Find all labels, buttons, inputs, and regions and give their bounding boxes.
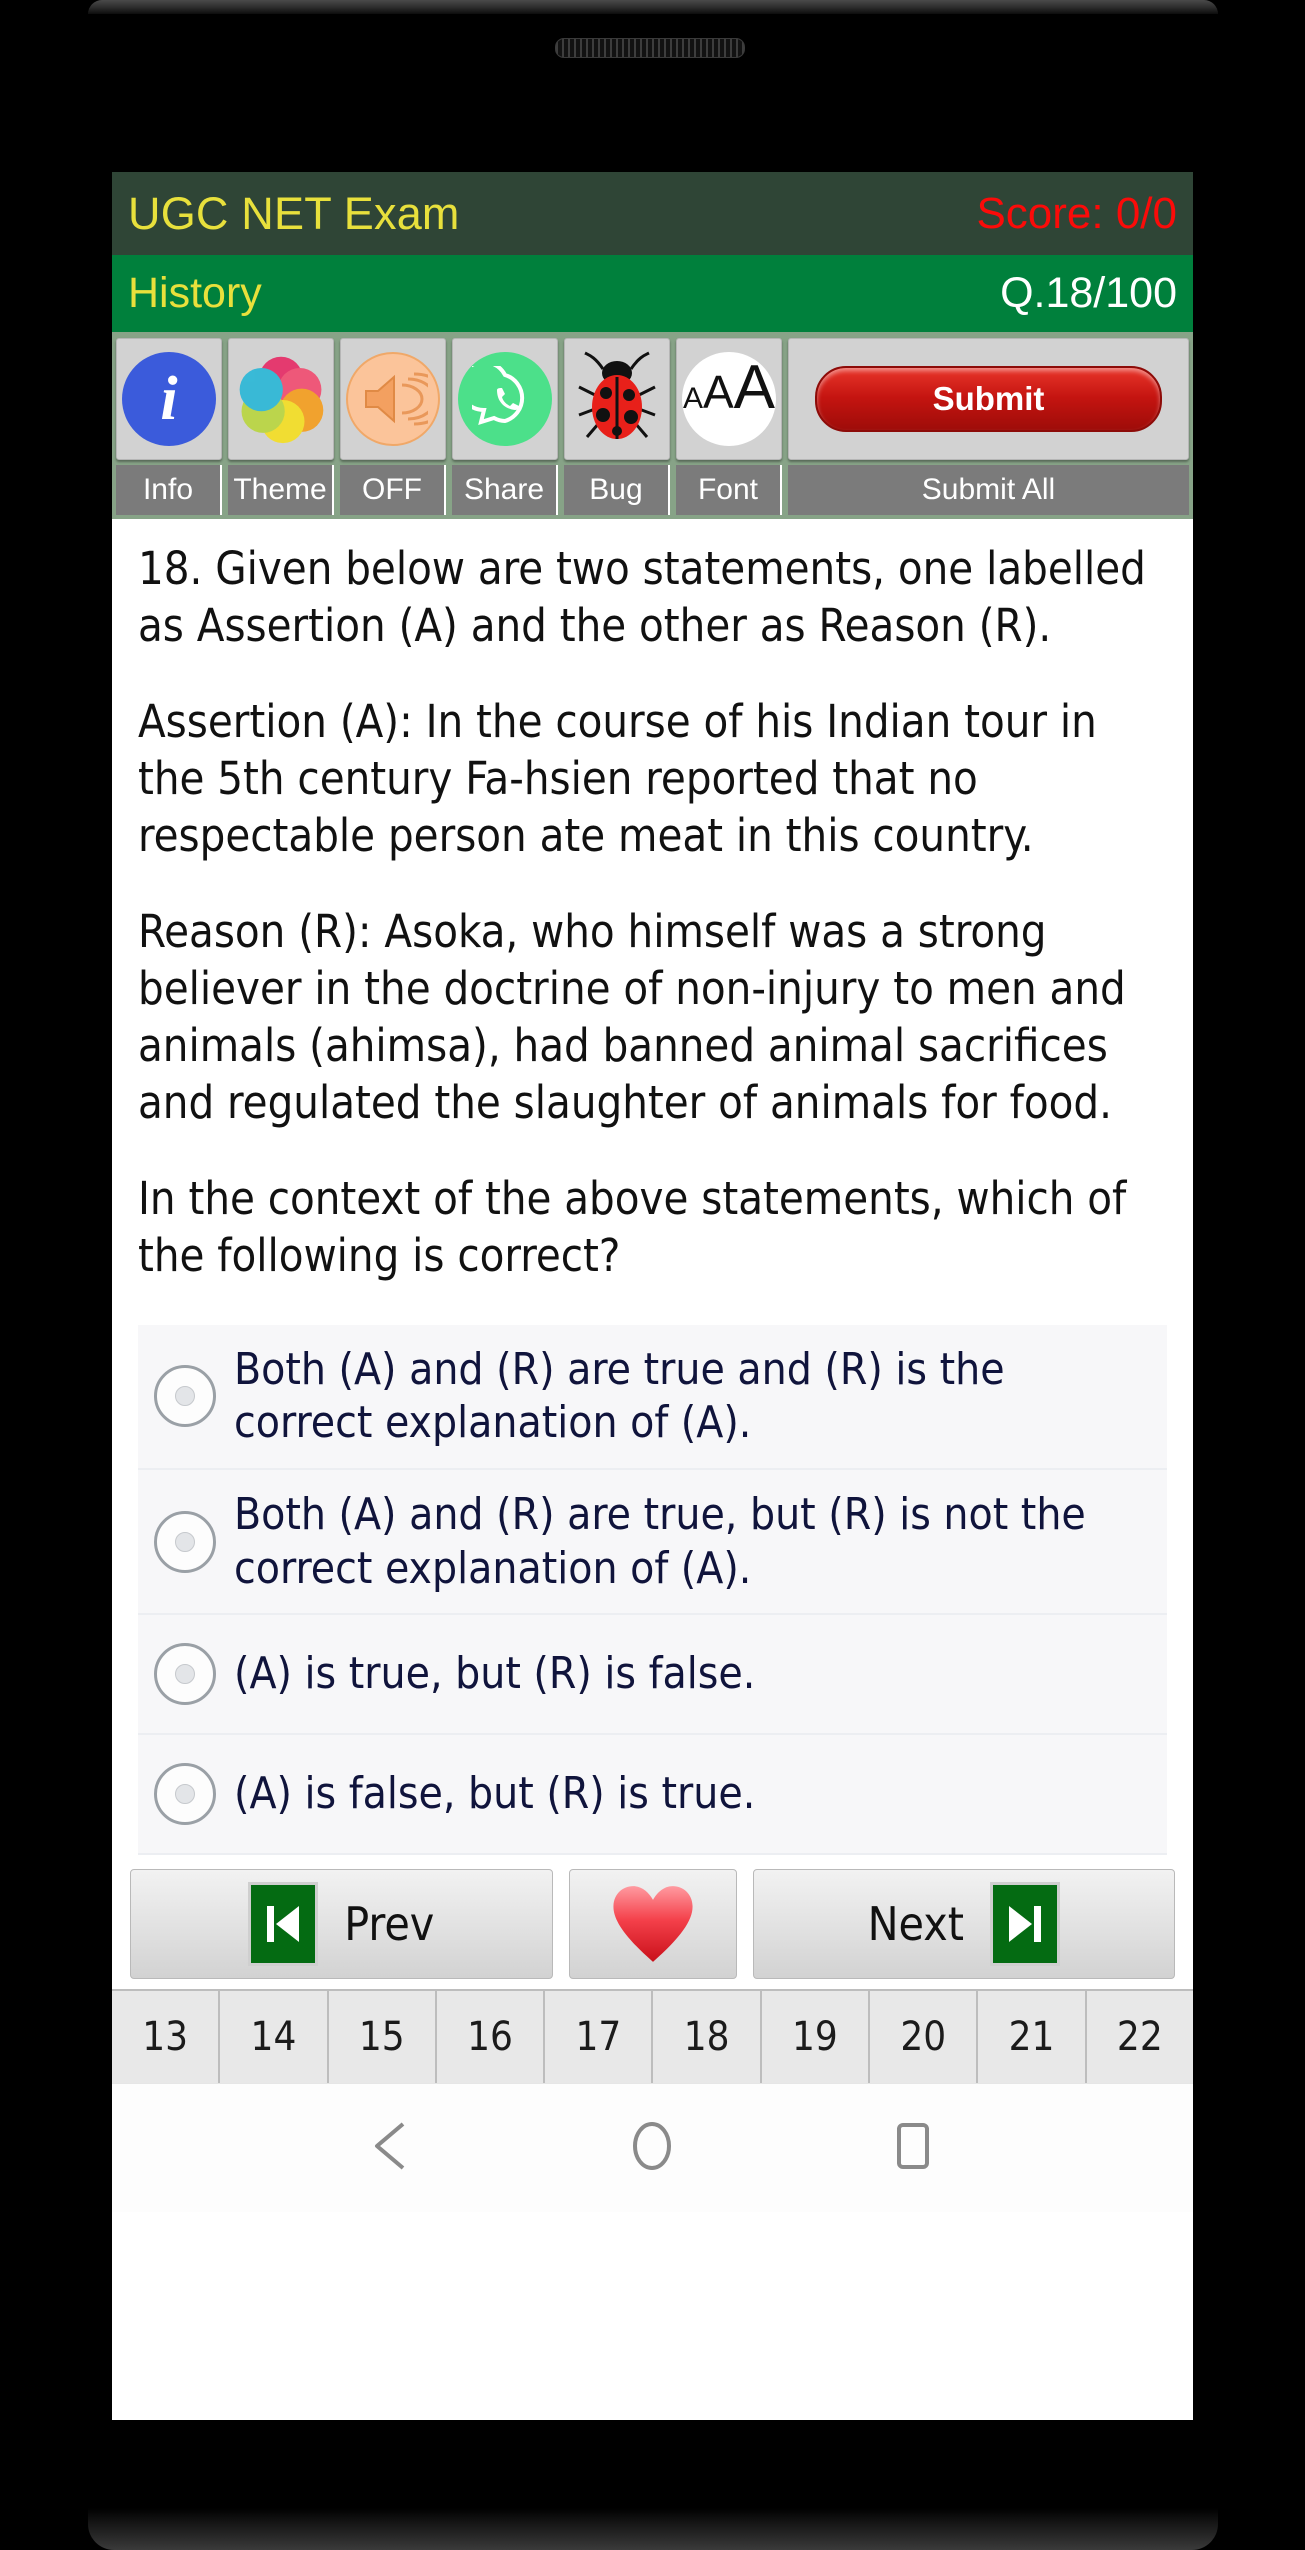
- question-number-15[interactable]: 15: [328, 1991, 437, 2084]
- info-circle-icon: i: [122, 352, 216, 446]
- answer-options-list: Both (A) and (R) are true and (R) is the…: [112, 1324, 1193, 1856]
- subject-bar: History Q.18/100: [112, 255, 1193, 332]
- question-number-22[interactable]: 22: [1086, 1991, 1193, 2084]
- app-title-bar: UGC NET Exam Score: 0/0: [112, 172, 1193, 255]
- option-row-3[interactable]: (A) is true, but (R) is false.: [138, 1615, 1167, 1736]
- subject-name: History: [128, 269, 262, 317]
- question-number-14[interactable]: 14: [220, 1991, 329, 2084]
- option-row-2[interactable]: Both (A) and (R) are true, but (R) is no…: [138, 1469, 1167, 1616]
- android-navigation-bar: [112, 2083, 1193, 2213]
- back-triangle-icon[interactable]: [369, 2120, 415, 2177]
- question-number-17[interactable]: 17: [545, 1991, 654, 2084]
- toolbar-label-bug: Bug: [564, 465, 670, 515]
- next-question-button[interactable]: Next: [752, 1869, 1175, 1980]
- earpiece-speaker-grille: [555, 38, 745, 58]
- option-label-2: Both (A) and (R) are true, but (R) is no…: [234, 1488, 1086, 1594]
- device-top-bezel: [88, 0, 1218, 14]
- next-button-label: Next: [867, 1897, 964, 1952]
- question-number-strip: 13 14 15 16 17 18 19 20 21 22: [112, 1989, 1193, 2084]
- toolbar-button-info[interactable]: i: [116, 338, 222, 460]
- toolbar-label-info: Info: [116, 465, 222, 515]
- toolbar-button-submit[interactable]: Submit: [788, 338, 1189, 460]
- toolbar-button-font[interactable]: AAA: [676, 338, 782, 460]
- radio-button-option-1[interactable]: [154, 1365, 216, 1428]
- toolbar-icon-row: i A A A Submit: [116, 338, 1189, 460]
- toolbar-label-row: Info Theme OFF Share Bug Font Submit All: [116, 465, 1189, 519]
- radio-button-option-4[interactable]: [154, 1763, 216, 1826]
- assertion-text: Assertion (A): In the course of his Indi…: [138, 695, 1097, 862]
- color-wheel-icon: [239, 356, 324, 444]
- speaker-sound-icon: [346, 352, 440, 446]
- toolbar-label-submit-all: Submit All: [788, 465, 1189, 515]
- toolbar-button-theme[interactable]: [228, 338, 334, 460]
- question-number-13[interactable]: 13: [112, 1991, 221, 2084]
- reason-text: Reason (R): Asoka, who himself was a str…: [138, 905, 1126, 1129]
- option-row-1[interactable]: Both (A) and (R) are true and (R) is the…: [138, 1324, 1167, 1470]
- app-title: UGC NET Exam: [128, 187, 460, 239]
- radio-button-option-3[interactable]: [154, 1643, 216, 1706]
- home-circle-icon[interactable]: [629, 2120, 675, 2177]
- toolbar: i A A A Submit Info Theme OFF Share Bug …: [112, 332, 1193, 519]
- option-row-4[interactable]: (A) is false, but (R) is true.: [138, 1735, 1167, 1856]
- submit-button-label: Submit: [814, 366, 1163, 432]
- question-number-18[interactable]: 18: [653, 1991, 762, 2084]
- toolbar-label-off: OFF: [340, 465, 446, 515]
- font-size-icon: AAA: [682, 352, 776, 446]
- favorite-button[interactable]: [568, 1869, 737, 1980]
- question-intro: 18. Given below are two statements, one …: [138, 542, 1146, 652]
- toolbar-label-theme: Theme: [228, 465, 334, 515]
- device-bottom-bezel: [88, 2508, 1218, 2550]
- question-number-20[interactable]: 20: [870, 1991, 979, 2084]
- toolbar-label-share: Share: [452, 465, 558, 515]
- question-prompt: In the context of the above statements, …: [138, 1172, 1127, 1282]
- question-counter: Q.18/100: [1000, 269, 1177, 317]
- question-body: 18. Given below are two statements, one …: [112, 519, 1193, 1285]
- skip-next-icon: [989, 1882, 1060, 1967]
- toolbar-button-sound-off[interactable]: [340, 338, 446, 460]
- whatsapp-share-icon: [458, 352, 552, 446]
- prev-button-label: Prev: [344, 1897, 435, 1952]
- option-label-3: (A) is true, but (R) is false.: [234, 1648, 756, 1700]
- heart-icon: [612, 1886, 693, 1963]
- prev-question-button[interactable]: Prev: [130, 1869, 553, 1980]
- option-label-4: (A) is false, but (R) is true.: [234, 1768, 756, 1820]
- question-navigation-bar: Prev Next: [112, 1855, 1193, 1989]
- toolbar-button-share[interactable]: [452, 338, 558, 460]
- ladybug-icon: [578, 351, 656, 439]
- radio-button-option-2[interactable]: [154, 1510, 216, 1573]
- option-label-1: Both (A) and (R) are true and (R) is the…: [234, 1343, 1005, 1449]
- recents-square-icon[interactable]: [890, 2120, 936, 2177]
- app-screen: UGC NET Exam Score: 0/0 History Q.18/100…: [112, 172, 1193, 2420]
- toolbar-button-bug[interactable]: [564, 338, 670, 460]
- score-display: Score: 0/0: [976, 188, 1177, 238]
- question-number-19[interactable]: 19: [761, 1991, 871, 2084]
- toolbar-label-font: Font: [676, 465, 782, 515]
- phone-device-frame: UGC NET Exam Score: 0/0 History Q.18/100…: [0, 0, 1305, 2550]
- question-number-16[interactable]: 16: [436, 1991, 546, 2084]
- question-number-21[interactable]: 21: [978, 1991, 1087, 2084]
- skip-previous-icon: [248, 1882, 319, 1967]
